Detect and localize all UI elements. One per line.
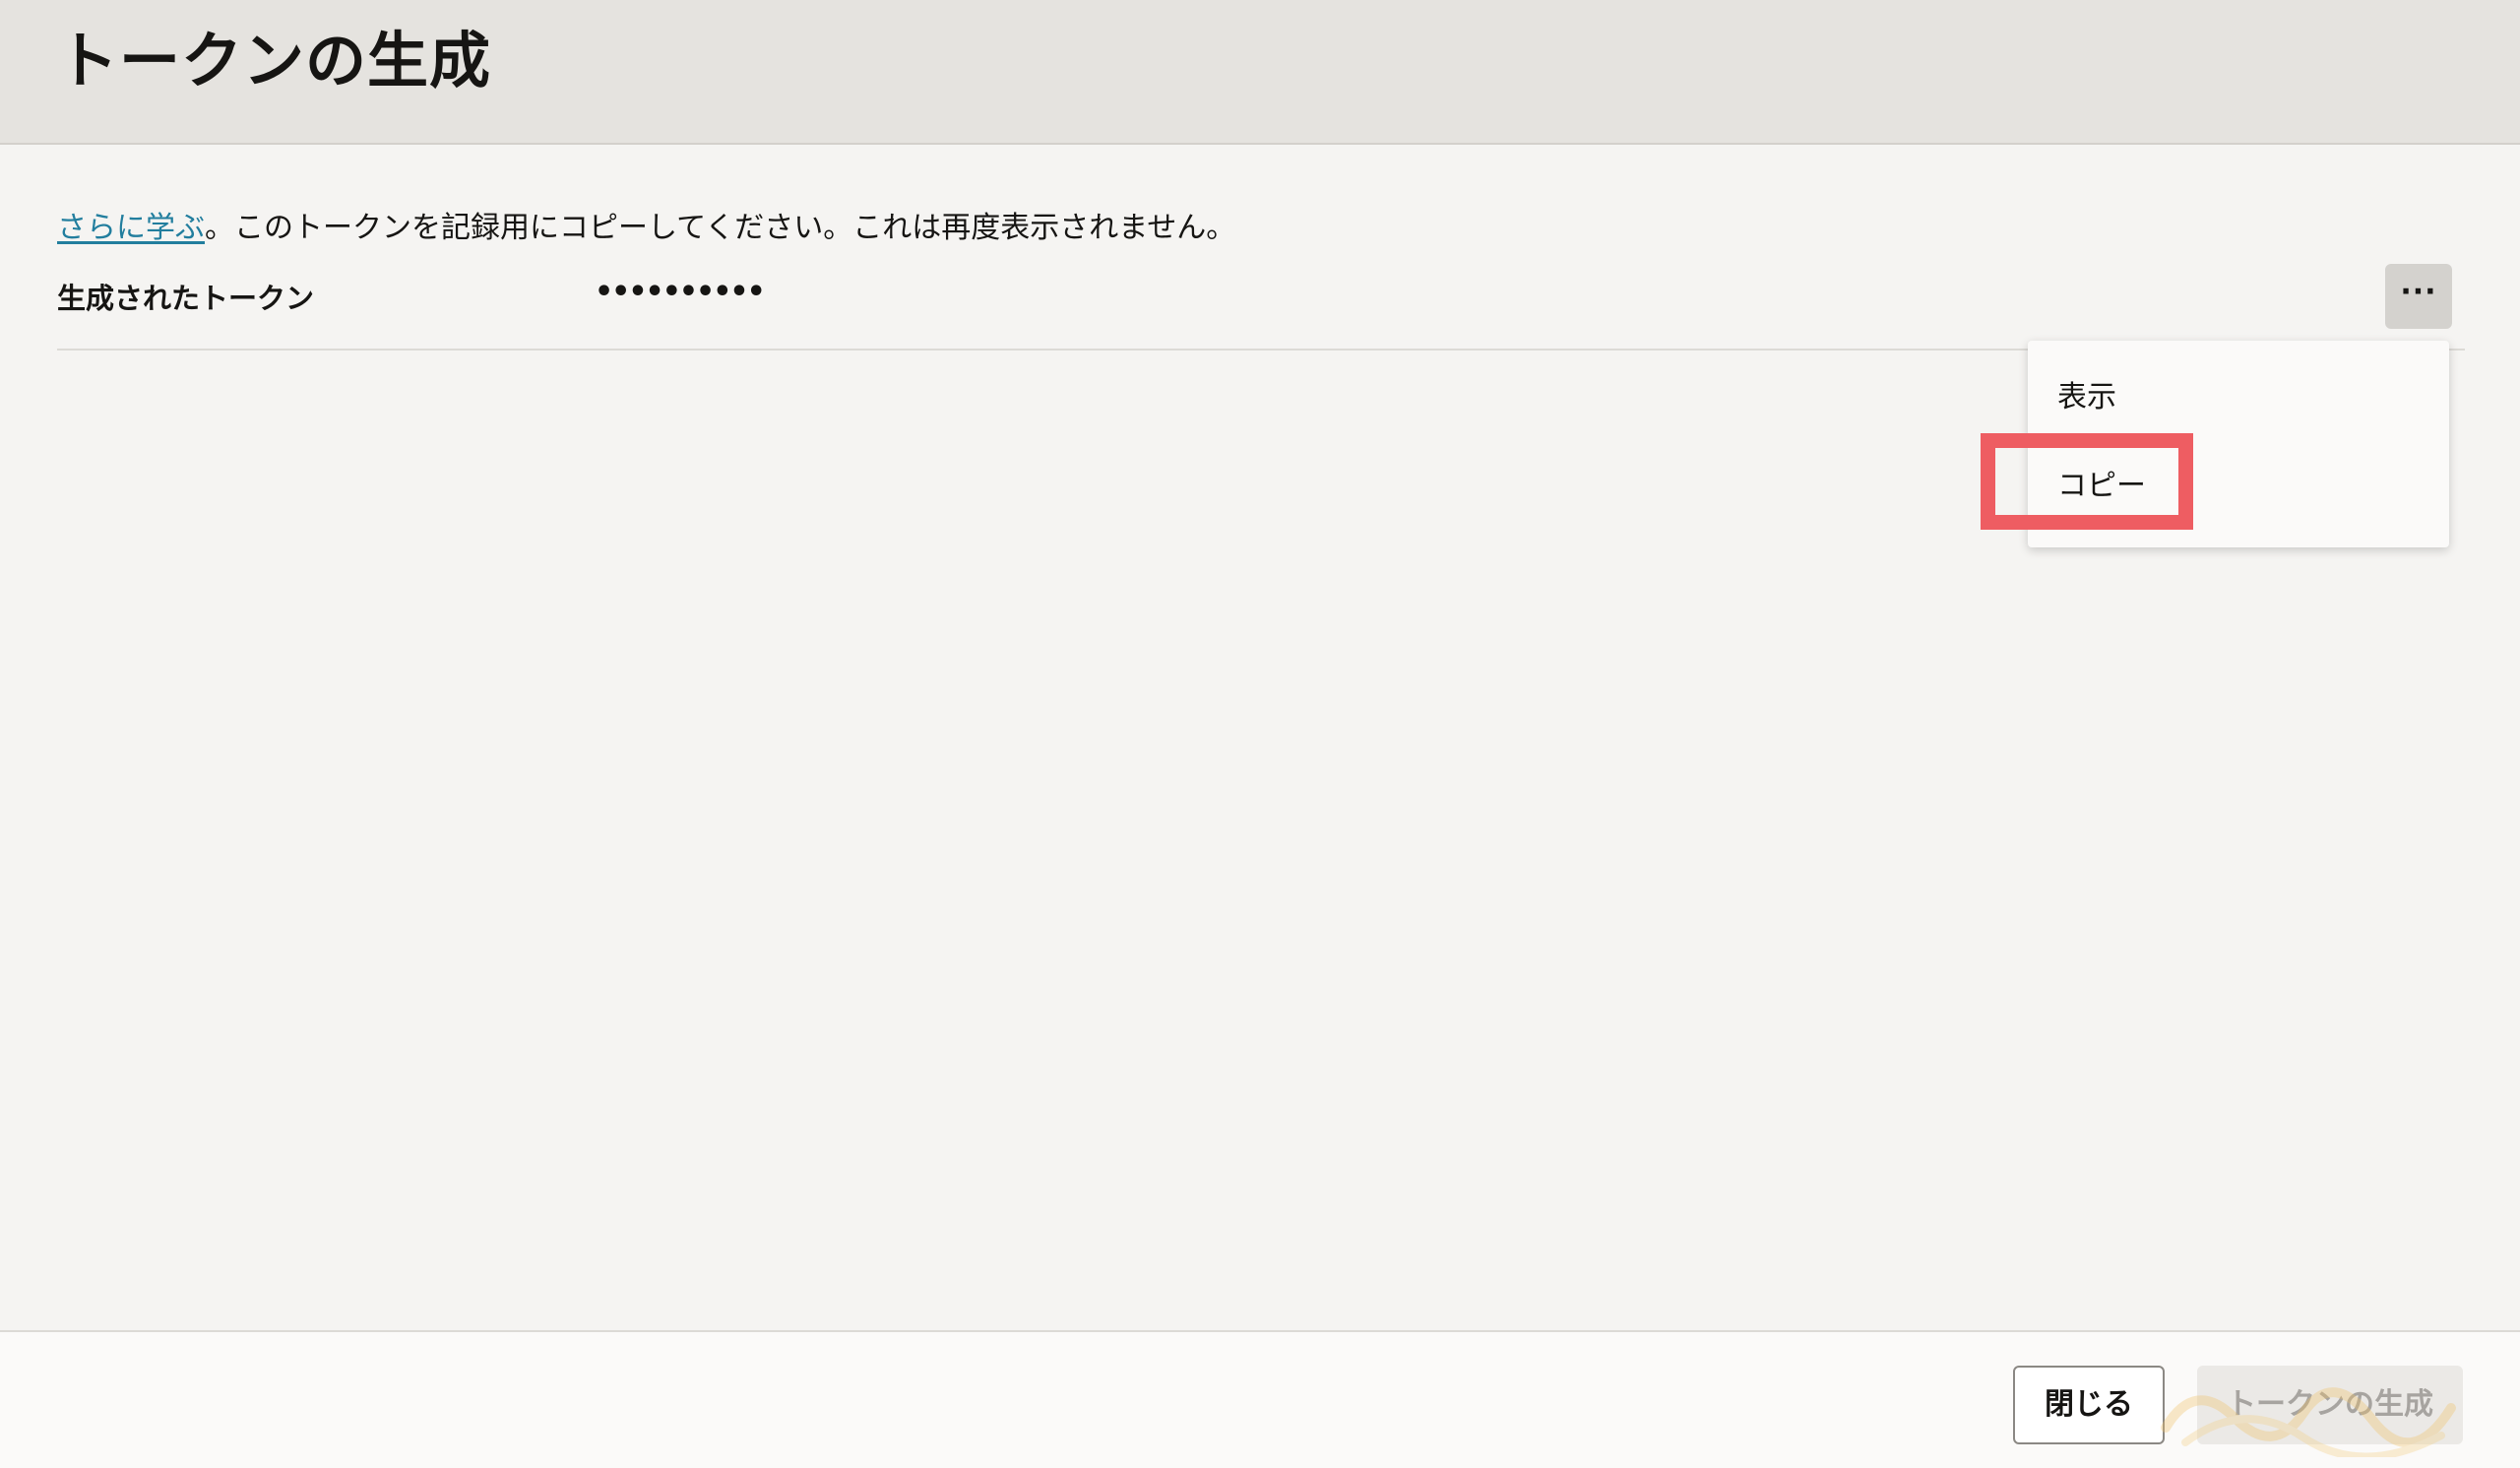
menu-item-copy[interactable]: コピー	[2057, 467, 2146, 506]
more-actions-button[interactable]: ···	[2385, 264, 2452, 329]
generated-token-row: 生成されたトークン ••••••••••	[57, 264, 2465, 351]
dialog-footer: 閉じる トークンの生成	[0, 1330, 2520, 1468]
learn-more-link[interactable]: さらに学ぶ	[57, 211, 205, 245]
ellipsis-icon: ···	[2400, 275, 2437, 309]
generate-token-button[interactable]: トークンの生成	[2197, 1366, 2463, 1444]
generated-token-label: 生成されたトークン	[57, 282, 315, 315]
dialog-header: トークンの生成	[0, 0, 2520, 145]
info-message: さらに学ぶ。このトークンを記録用にコピーしてください。これは再度表示されません。	[57, 209, 1235, 248]
dialog-title: トークンの生成	[57, 25, 492, 96]
generate-token-dialog: トークンの生成 さらに学ぶ。このトークンを記録用にコピーしてください。これは再度…	[0, 0, 2520, 1468]
masked-token-value: ••••••••••	[595, 275, 766, 309]
menu-item-show[interactable]: 表示	[2057, 378, 2116, 417]
info-text: 。このトークンを記録用にコピーしてください。これは再度表示されません。	[205, 211, 1236, 245]
close-button[interactable]: 閉じる	[2013, 1366, 2165, 1444]
actions-menu: 表示 コピー	[2028, 341, 2449, 547]
